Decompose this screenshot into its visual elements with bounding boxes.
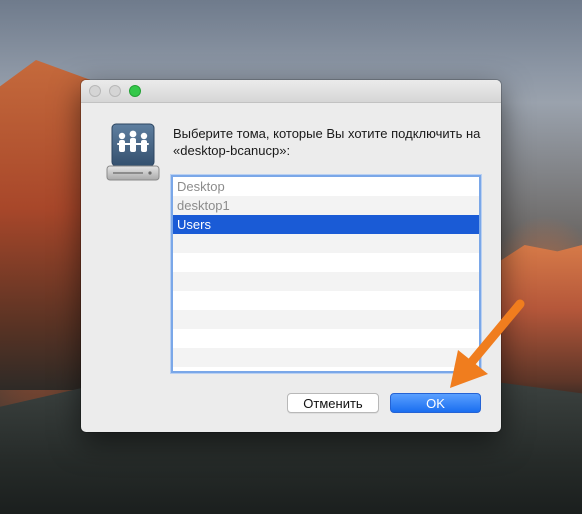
title-bar: [81, 80, 501, 103]
list-item: [173, 329, 479, 348]
file-server-icon: [106, 123, 160, 181]
zoom-window-button[interactable]: [129, 85, 141, 97]
list-item: [173, 310, 479, 329]
list-item: [173, 234, 479, 253]
list-item[interactable]: desktop1: [173, 196, 479, 215]
list-item-selected[interactable]: Users: [173, 215, 479, 234]
list-item: [173, 253, 479, 272]
list-item: [173, 291, 479, 310]
list-item[interactable]: Desktop: [173, 177, 479, 196]
cancel-button[interactable]: Отменить: [287, 393, 379, 413]
list-item: [173, 272, 479, 291]
minimize-window-button[interactable]: [109, 85, 121, 97]
list-item: [173, 348, 479, 367]
dialog-message: Выберите тома, которые Вы хотите подключ…: [173, 126, 481, 158]
wallpaper-cliff-left: [0, 60, 90, 390]
pointer-arrow-icon: [450, 299, 525, 388]
volume-list[interactable]: Desktop desktop1 Users: [171, 175, 481, 373]
mount-volumes-dialog: Выберите тома, которые Вы хотите подключ…: [81, 80, 501, 432]
close-window-button[interactable]: [89, 85, 101, 97]
ok-button[interactable]: OK: [390, 393, 481, 413]
